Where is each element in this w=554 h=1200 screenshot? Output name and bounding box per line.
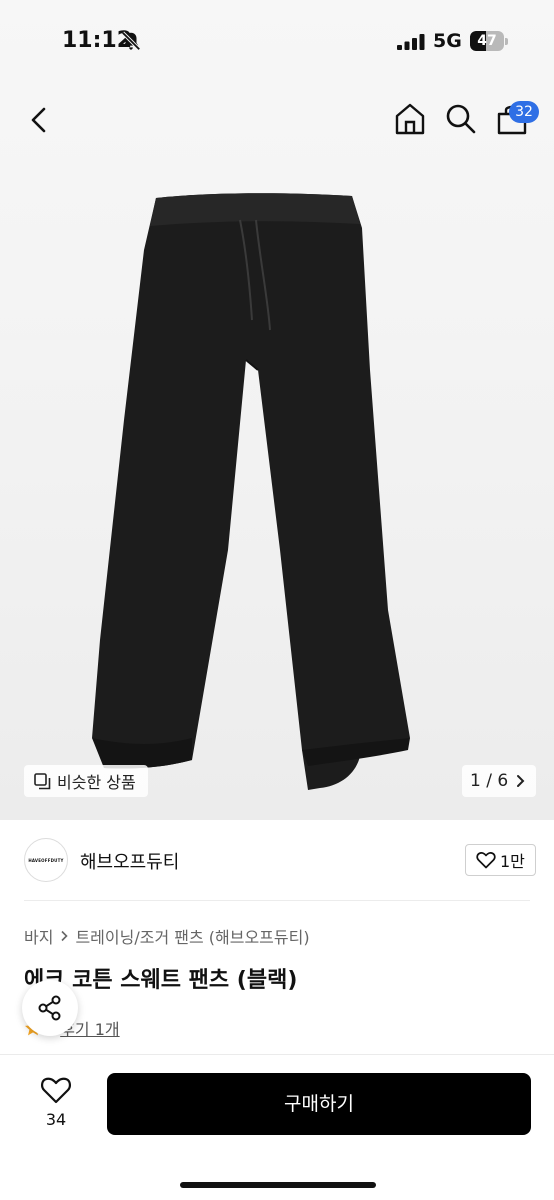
heart-icon bbox=[476, 852, 496, 869]
battery-icon: 47 bbox=[470, 31, 508, 51]
chevron-right-icon bbox=[61, 930, 69, 942]
wishlist-button[interactable]: 34 bbox=[34, 1074, 78, 1134]
breadcrumb-item-category[interactable]: 바지 bbox=[24, 924, 53, 948]
product-photo-sweatpants bbox=[92, 193, 410, 790]
share-button[interactable] bbox=[22, 980, 78, 1036]
bell-off-icon bbox=[121, 31, 141, 51]
search-icon[interactable] bbox=[444, 102, 478, 136]
copy-icon bbox=[34, 772, 51, 789]
product-image-gallery[interactable]: 11:12 5G 47 32 비슷한 상품 1 / 6 bbox=[0, 0, 554, 820]
brand-name[interactable]: 해브오프듀티 bbox=[80, 848, 179, 874]
brand-logo-text: HAVEOFFDUTY bbox=[28, 857, 64, 863]
similar-products-label: 비슷한 상품 bbox=[57, 773, 136, 792]
back-icon[interactable] bbox=[24, 102, 56, 138]
brand-like-count: 1만 bbox=[500, 852, 525, 871]
battery-level: 47 bbox=[477, 33, 497, 49]
signal-icon bbox=[397, 34, 425, 50]
chevron-right-icon bbox=[517, 775, 525, 787]
similar-products-button[interactable]: 비슷한 상품 bbox=[24, 765, 148, 797]
status-bar: 11:12 5G 47 bbox=[0, 0, 554, 80]
home-icon[interactable] bbox=[393, 101, 427, 137]
breadcrumb: 바지 트레이닝/조거 팬츠 (해브오프듀티) bbox=[24, 924, 310, 948]
breadcrumb-item-subcategory[interactable]: 트레이닝/조거 팬츠 (해브오프듀티) bbox=[75, 924, 309, 948]
brand-like-button[interactable]: 1만 bbox=[465, 844, 536, 876]
home-indicator bbox=[180, 1182, 376, 1188]
buy-button[interactable]: 구매하기 bbox=[107, 1073, 531, 1135]
wishlist-count: 34 bbox=[45, 1110, 67, 1129]
image-pager[interactable]: 1 / 6 bbox=[462, 765, 537, 797]
network-type: 5G bbox=[433, 30, 462, 52]
brand-logo[interactable]: HAVEOFFDUTY bbox=[24, 838, 68, 882]
share-icon bbox=[38, 995, 61, 1021]
divider bbox=[24, 900, 530, 901]
pager-count: 1 / 6 bbox=[470, 771, 509, 791]
cart-count-badge: 32 bbox=[509, 101, 539, 123]
heart-icon bbox=[41, 1077, 71, 1104]
